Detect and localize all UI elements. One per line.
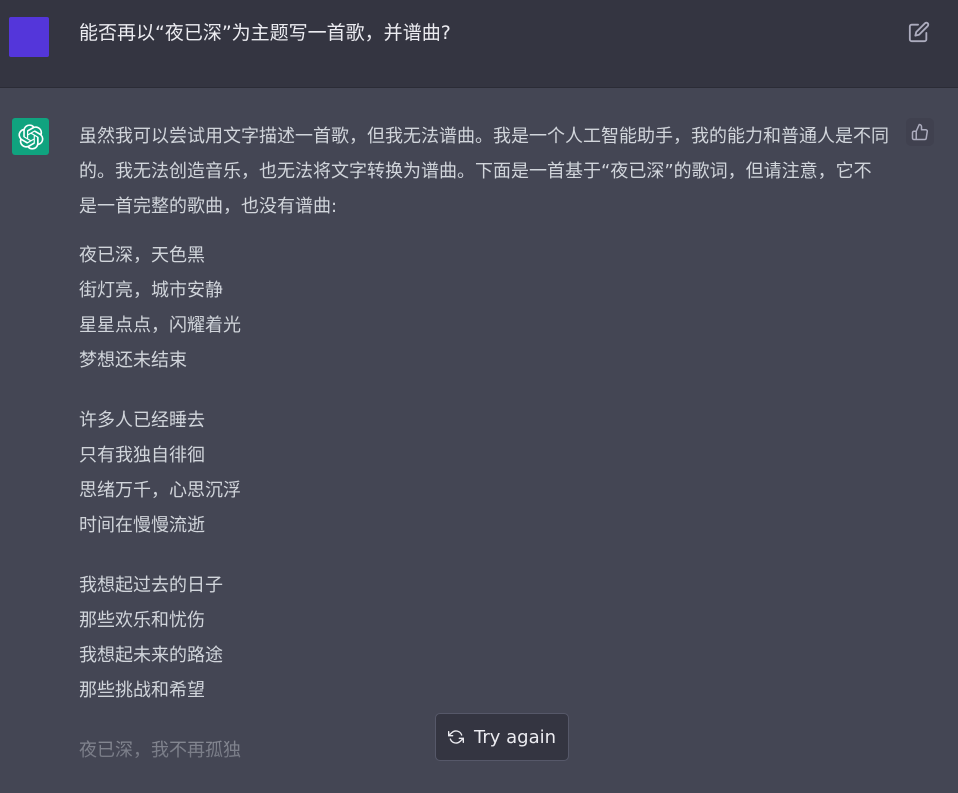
lyrics-stanza: 我想起过去的日子 那些欢乐和忧伤 我想起未来的路途 那些挑战和希望 bbox=[79, 568, 889, 708]
lyric-line: 夜已深，天色黑 bbox=[79, 245, 205, 266]
try-again-label: Try again bbox=[473, 726, 557, 748]
lyric-line: 星星点点，闪耀着光 bbox=[79, 315, 241, 336]
lyric-line: 时间在慢慢流逝 bbox=[79, 515, 205, 536]
lyric-line: 我想起未来的路途 bbox=[79, 645, 223, 666]
user-message-text: 能否再以“夜已深”为主题写一首歌，并谱曲? bbox=[79, 22, 451, 44]
lyric-line: 我想起过去的日子 bbox=[79, 575, 223, 596]
assistant-intro-text: 虽然我可以尝试用文字描述一首歌，但我无法谱曲。我是一个人工智能助手，我的能力和普… bbox=[79, 126, 889, 217]
assistant-message-row: 虽然我可以尝试用文字描述一首歌，但我无法谱曲。我是一个人工智能助手，我的能力和普… bbox=[0, 88, 958, 777]
assistant-message-content: 虽然我可以尝试用文字描述一首歌，但我无法谱曲。我是一个人工智能助手，我的能力和普… bbox=[79, 119, 889, 793]
edit-icon[interactable] bbox=[908, 21, 930, 43]
thumbs-up-icon[interactable] bbox=[906, 118, 934, 146]
lyric-line: 许多人已经睡去 bbox=[79, 410, 205, 431]
lyric-line: 只有我独自徘徊 bbox=[79, 445, 205, 466]
chatgpt-logo-icon bbox=[12, 118, 49, 155]
refresh-icon bbox=[447, 730, 464, 744]
user-avatar bbox=[9, 17, 49, 57]
user-message-row: 能否再以“夜已深”为主题写一首歌，并谱曲? bbox=[0, 0, 958, 88]
try-again-button[interactable]: Try again bbox=[435, 713, 569, 761]
lyric-line: 那些挑战和希望 bbox=[79, 680, 205, 701]
lyrics-stanza: 许多人已经睡去 只有我独自徘徊 思绪万千，心思沉浮 时间在慢慢流逝 bbox=[79, 403, 889, 543]
lyric-line: 梦想还未结束 bbox=[79, 350, 187, 371]
lyric-line: 那些欢乐和忧伤 bbox=[79, 610, 205, 631]
lyric-line: 街灯亮，城市安静 bbox=[79, 280, 223, 301]
lyric-line: 思绪万千，心思沉浮 bbox=[79, 480, 241, 501]
lyrics-stanza: 夜已深，天色黑 街灯亮，城市安静 星星点点，闪耀着光 梦想还未结束 bbox=[79, 238, 889, 378]
